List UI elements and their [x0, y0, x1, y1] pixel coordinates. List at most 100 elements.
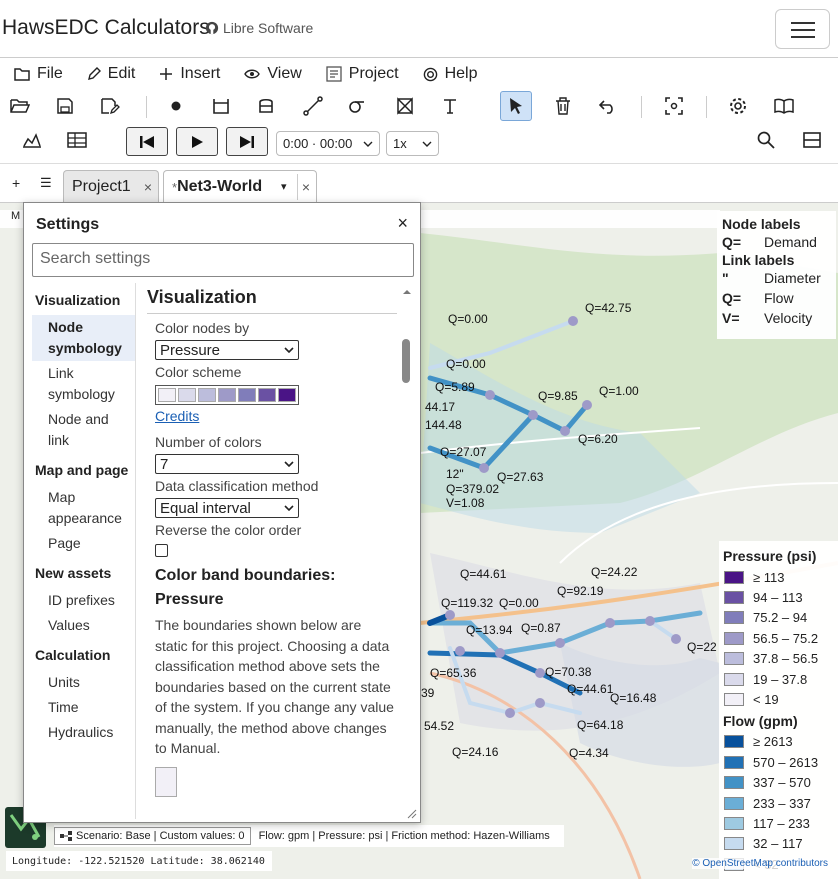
skip-forward-icon	[240, 135, 254, 148]
nav-item-node-symbology[interactable]: Node symbology	[32, 315, 135, 361]
classification-select[interactable]: Equal interval	[155, 498, 299, 518]
docs-button[interactable]	[768, 91, 800, 121]
last-step-button[interactable]	[226, 127, 268, 156]
menu-view[interactable]: View	[232, 58, 313, 90]
pencil-icon	[87, 67, 101, 80]
node-label: Q=27.07	[440, 445, 487, 459]
color-scheme-swatch	[178, 388, 196, 402]
unsaved-marker: *	[172, 179, 178, 195]
junction-tool-button[interactable]	[160, 91, 192, 121]
nav-section-visualization[interactable]: Visualization	[32, 283, 135, 315]
nav-section-new-assets[interactable]: New assets	[32, 556, 135, 588]
content-heading: Visualization	[147, 283, 397, 314]
tab-list-button[interactable]: ☰	[40, 175, 52, 191]
table-icon	[67, 132, 87, 148]
node-label: Q=0.00	[446, 357, 486, 371]
pump-tool-button[interactable]	[341, 91, 373, 121]
reservoir-tool-button[interactable]	[205, 91, 237, 121]
menu-project[interactable]: Project	[314, 58, 411, 90]
node-label: Q=9.85	[538, 389, 578, 403]
pipe-tool-button[interactable]	[297, 91, 329, 121]
save-as-button[interactable]	[94, 91, 126, 121]
nav-item-time[interactable]: Time	[32, 695, 135, 720]
node-label: Q=65.36	[430, 666, 477, 680]
settings-scrollbar[interactable]	[400, 283, 414, 815]
nav-item-node-and-link[interactable]: Node and link	[32, 407, 135, 453]
num-colors-select[interactable]: 7	[155, 454, 299, 474]
tab-net3-world[interactable]: * Net3-World ▾ ×	[163, 170, 317, 203]
tab-project1-close-button[interactable]: ×	[144, 179, 152, 195]
delete-button[interactable]	[547, 91, 579, 121]
color-nodes-by-select[interactable]: Pressure	[155, 340, 299, 360]
color-scheme-swatch	[238, 388, 256, 402]
settings-scroll-thumb[interactable]	[402, 339, 410, 383]
menu-help[interactable]: Help	[411, 58, 490, 90]
node-label: Q=64.18	[577, 718, 624, 732]
nav-section-calculation[interactable]: Calculation	[32, 638, 135, 670]
table-button[interactable]	[61, 125, 93, 155]
label-tool-button[interactable]	[434, 91, 466, 121]
nav-item-link-symbology[interactable]: Link symbology	[32, 361, 135, 407]
nav-item-hydraulics[interactable]: Hydraulics	[32, 720, 135, 745]
pressure-legend-label: 37.8 – 56.5	[753, 651, 819, 667]
tab-menu-caret[interactable]: ▾	[281, 180, 287, 193]
nav-item-values[interactable]: Values	[32, 613, 135, 638]
zoom-extent-button[interactable]	[658, 91, 690, 121]
save-button[interactable]	[49, 91, 81, 121]
nav-item-units[interactable]: Units	[32, 670, 135, 695]
select-tool-button[interactable]	[500, 91, 532, 121]
hamburger-menu-button[interactable]	[775, 9, 830, 49]
node-label: Q=70.38	[545, 665, 592, 679]
speed-select[interactable]: 1x	[386, 131, 439, 156]
tab-net3-world-close-button[interactable]: ×	[302, 179, 310, 195]
pressure-legend-title: Pressure (psi)	[723, 548, 817, 564]
nav-item-page[interactable]: Page	[32, 531, 135, 556]
nav-section-map-and-page[interactable]: Map and page	[32, 453, 135, 485]
tank-tool-button[interactable]	[250, 91, 282, 121]
color-band-subtitle: Pressure	[155, 591, 224, 608]
color-legend[interactable]: Pressure (psi) ≥ 113 94 – 113 75.2 – 94 56.…	[719, 541, 838, 879]
menu-edit[interactable]: Edit	[75, 58, 148, 90]
play-button[interactable]	[176, 127, 218, 156]
layout-toggle-button[interactable]	[796, 125, 828, 155]
settings-close-button[interactable]: ×	[397, 213, 408, 234]
settings-search-input[interactable]: Search settings	[32, 243, 414, 277]
units-status: Flow: gpm | Pressure: psi | Friction met…	[258, 830, 550, 842]
classification-label: Data classification method	[155, 478, 319, 494]
new-tab-button[interactable]: +	[12, 175, 20, 191]
resize-grip-icon[interactable]	[407, 809, 417, 819]
first-step-button[interactable]	[126, 127, 168, 156]
chevron-down-icon	[363, 141, 373, 147]
flow-legend-swatch	[724, 776, 744, 790]
menu-file[interactable]: File	[0, 58, 75, 90]
node-label: 39	[421, 686, 435, 700]
profile-button[interactable]	[16, 125, 48, 155]
time-step-select[interactable]: 0:00 · 00:00	[276, 131, 380, 156]
color-scheme-picker[interactable]	[155, 385, 299, 405]
cursor-coordinates: Longitude: -122.521520 Latitude: 38.0621…	[6, 851, 272, 871]
pressure-legend-row: < 19	[723, 689, 834, 709]
nav-item-map-appearance[interactable]: Map appearance	[32, 485, 135, 531]
nav-item-id-prefixes[interactable]: ID prefixes	[32, 588, 135, 613]
scenario-selector[interactable]: Scenario: Base | Custom values: 0	[54, 827, 251, 845]
open-button[interactable]	[4, 91, 36, 121]
search-button[interactable]	[750, 125, 782, 155]
link-label-row: V= Velocity	[722, 310, 813, 326]
reverse-order-checkbox[interactable]	[155, 544, 168, 557]
num-colors-label: Number of colors	[155, 434, 262, 450]
menu-insert[interactable]: Insert	[147, 58, 232, 90]
credits-link[interactable]: Credits	[155, 408, 397, 424]
osm-attribution-link[interactable]: © OpenStreetMap contributors	[692, 858, 828, 869]
undo-icon	[599, 100, 613, 114]
libre-software-link[interactable]: Libre Software	[205, 20, 313, 36]
valve-tool-button[interactable]	[389, 91, 421, 121]
node-label: Q=16.48	[610, 691, 657, 705]
color-scheme-swatch	[258, 388, 276, 402]
link-labels-title: Link labels	[722, 252, 795, 268]
pressure-legend-swatch	[724, 631, 744, 645]
tab-project1[interactable]: Project1 ×	[63, 170, 159, 203]
undo-button[interactable]	[592, 91, 624, 121]
flow-legend-swatch	[724, 755, 744, 769]
settings-nav: Visualization Node symbology Link symbol…	[32, 283, 136, 819]
settings-button[interactable]	[722, 91, 754, 121]
